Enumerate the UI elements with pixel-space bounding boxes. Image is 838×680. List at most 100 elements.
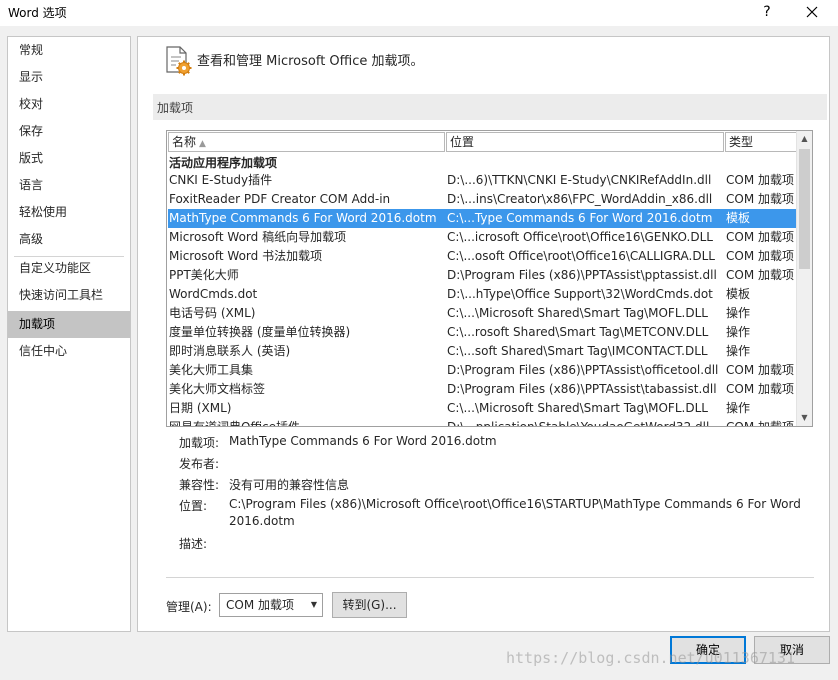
table-scrollbar[interactable]: ▲ ▼ bbox=[796, 131, 812, 426]
sidebar-item-display[interactable]: 显示 bbox=[8, 64, 130, 91]
detail-publisher-label: 发布者: bbox=[179, 457, 220, 471]
options-sidebar: 常规 显示 校对 保存 版式 语言 轻松使用 高级 自定义功能区 快速访问工具栏… bbox=[7, 36, 131, 632]
column-header-location[interactable]: 位置 bbox=[446, 132, 724, 152]
scroll-up-arrow-icon[interactable]: ▲ bbox=[797, 131, 812, 147]
cell-location: C:\...soft Shared\Smart Tag\IMCONTACT.DL… bbox=[447, 344, 708, 358]
cell-type: COM 加载项 bbox=[726, 420, 794, 427]
cell-name: MathType Commands 6 For Word 2016.dotm bbox=[169, 211, 437, 225]
cell-type: COM 加载项 bbox=[726, 192, 794, 206]
table-row[interactable]: 电话号码 (XML) C:\...\Microsoft Shared\Smart … bbox=[168, 304, 798, 323]
scrollbar-thumb[interactable] bbox=[799, 149, 810, 269]
cell-name: WordCmds.dot bbox=[169, 287, 258, 301]
divider bbox=[166, 577, 814, 578]
goto-button[interactable]: 转到(G)... bbox=[332, 592, 407, 618]
detail-addin-value: MathType Commands 6 For Word 2016.dotm bbox=[229, 434, 497, 448]
cell-type: 操作 bbox=[726, 344, 751, 358]
section-title: 加载项 bbox=[157, 101, 194, 115]
scroll-down-arrow-icon[interactable]: ▼ bbox=[797, 410, 812, 426]
table-row[interactable]: FoxitReader PDF Creator COM Add-in D:\...… bbox=[168, 190, 798, 209]
window-title: Word 选项 bbox=[8, 6, 67, 20]
detail-addin-label: 加载项: bbox=[179, 436, 220, 450]
table-row[interactable]: 美化大师工具集 D:\Program Files (x86)\PPTAssist\… bbox=[168, 361, 798, 380]
sidebar-item-trust-center[interactable]: 信任中心 bbox=[8, 338, 130, 365]
cell-name: 度量单位转换器 (度量单位转换器) bbox=[169, 325, 351, 339]
sidebar-item-customize-ribbon[interactable]: 自定义功能区 bbox=[8, 255, 130, 282]
table-row[interactable]: 美化大师文档标签 D:\Program Files (x86)\PPTAssist… bbox=[168, 380, 798, 399]
cell-location: C:\...\Microsoft Shared\Smart Tag\MOFL.D… bbox=[447, 401, 708, 415]
cell-name: 美化大师文档标签 bbox=[169, 382, 266, 396]
cell-location: C:\...osoft Office\root\Office16\CALLIGR… bbox=[447, 249, 715, 263]
cell-type: 操作 bbox=[726, 401, 751, 415]
table-row[interactable]: 网易有道词典Office插件 D:\...pplication\Stable\Yo… bbox=[168, 418, 798, 427]
detail-compat-label: 兼容性: bbox=[179, 478, 220, 492]
cell-type: 模板 bbox=[726, 211, 751, 225]
sidebar-item-proofing[interactable]: 校对 bbox=[8, 91, 130, 118]
title-bar: Word 选项 ? bbox=[0, 0, 838, 26]
cell-name: Microsoft Word 稿纸向导加载项 bbox=[169, 230, 347, 244]
cell-location: D:\...6)\TTKN\CNKI E-Study\CNKIRefAddIn.… bbox=[447, 173, 712, 187]
cell-type: 操作 bbox=[726, 325, 751, 339]
group-header-active-addins: 活动应用程序加载项 bbox=[169, 156, 278, 170]
cell-location: D:\...pplication\Stable\YoudaoGetWord32.… bbox=[447, 420, 710, 427]
table-row[interactable]: PPT美化大师 D:\Program Files (x86)\PPTAssist\… bbox=[168, 266, 798, 285]
sidebar-item-save[interactable]: 保存 bbox=[8, 118, 130, 145]
cell-type: COM 加载项 bbox=[726, 268, 794, 282]
cell-location: C:\...\Microsoft Shared\Smart Tag\MOFL.D… bbox=[447, 306, 708, 320]
sidebar-item-advanced[interactable]: 高级 bbox=[8, 226, 130, 253]
manage-select-value: COM 加载项 bbox=[226, 598, 294, 612]
cell-type: COM 加载项 bbox=[726, 249, 794, 263]
column-header-type[interactable]: 类型 bbox=[725, 132, 797, 152]
cell-type: COM 加载项 bbox=[726, 363, 794, 377]
section-header: 加载项 bbox=[153, 94, 827, 120]
sidebar-item-accessibility[interactable]: 轻松使用 bbox=[8, 199, 130, 226]
cell-location: D:\...hType\Office Support\32\WordCmds.d… bbox=[447, 287, 713, 301]
table-row[interactable]: 即时消息联系人 (英语) C:\...soft Shared\Smart Tag\… bbox=[168, 342, 798, 361]
cell-location: D:\Program Files (x86)\PPTAssist\pptassi… bbox=[447, 268, 717, 282]
sidebar-item-general[interactable]: 常规 bbox=[8, 37, 130, 64]
sidebar-item-language[interactable]: 语言 bbox=[8, 172, 130, 199]
cell-name: 即时消息联系人 (英语) bbox=[169, 344, 291, 358]
cell-name: 美化大师工具集 bbox=[169, 363, 254, 377]
addins-panel: 查看和管理 Microsoft Office 加载项。 加载项 名称 ▲ 位置 类… bbox=[137, 36, 830, 632]
table-row[interactable]: Microsoft Word 稿纸向导加载项 C:\...icrosoft Off… bbox=[168, 228, 798, 247]
close-button[interactable] bbox=[800, 1, 824, 23]
table-row[interactable]: WordCmds.dot D:\...hType\Office Support\3… bbox=[168, 285, 798, 304]
addins-rows: CNKI E-Study插件 D:\...6)\TTKN\CNKI E-Study… bbox=[168, 171, 798, 427]
detail-location-label: 位置: bbox=[179, 499, 208, 513]
help-button[interactable]: ? bbox=[757, 1, 777, 23]
table-row[interactable]: 度量单位转换器 (度量单位转换器) C:\...rosoft Shared\Sma… bbox=[168, 323, 798, 342]
page-title: 查看和管理 Microsoft Office 加载项。 bbox=[197, 54, 424, 69]
cell-type: COM 加载项 bbox=[726, 382, 794, 396]
table-row[interactable]: 日期 (XML) C:\...\Microsoft Shared\Smart Ta… bbox=[168, 399, 798, 418]
cell-type: COM 加载项 bbox=[726, 230, 794, 244]
cell-location: C:\...rosoft Shared\Smart Tag\METCONV.DL… bbox=[447, 325, 709, 339]
cell-name: 电话号码 (XML) bbox=[169, 306, 256, 320]
cell-type: 操作 bbox=[726, 306, 751, 320]
table-row-selected[interactable]: MathType Commands 6 For Word 2016.dotm C:… bbox=[168, 209, 798, 228]
cell-type: 模板 bbox=[726, 287, 751, 301]
cell-name: 网易有道词典Office插件 bbox=[169, 420, 301, 427]
detail-location-value: C:\Program Files (x86)\Microsoft Office\… bbox=[229, 497, 801, 528]
cell-name: Microsoft Word 书法加载项 bbox=[169, 249, 323, 263]
cell-location: C:\...Type Commands 6 For Word 2016.dotm bbox=[447, 211, 713, 225]
chevron-down-icon: ▼ bbox=[310, 600, 317, 609]
cell-location: D:\Program Files (x86)\PPTAssist\tabassi… bbox=[447, 382, 717, 396]
detail-compat-value: 没有可用的兼容性信息 bbox=[229, 478, 350, 492]
column-header-name-label: 名称 bbox=[172, 135, 197, 149]
close-icon bbox=[806, 6, 818, 18]
manage-label: 管理(A): bbox=[166, 600, 212, 614]
cell-type: COM 加载项 bbox=[726, 173, 794, 187]
cell-location: D:\...ins\Creator\x86\FPC_WordAddin_x86.… bbox=[447, 192, 713, 206]
column-header-name[interactable]: 名称 ▲ bbox=[168, 132, 445, 152]
addin-document-gear-icon bbox=[166, 46, 192, 76]
cell-location: C:\...icrosoft Office\root\Office16\GENK… bbox=[447, 230, 713, 244]
sort-ascending-icon: ▲ bbox=[199, 139, 206, 149]
manage-select[interactable]: COM 加载项 ▼ bbox=[219, 593, 323, 617]
cell-location: D:\Program Files (x86)\PPTAssist\officet… bbox=[447, 363, 719, 377]
sidebar-item-typography[interactable]: 版式 bbox=[8, 145, 130, 172]
table-row[interactable]: Microsoft Word 书法加载项 C:\...osoft Office\r… bbox=[168, 247, 798, 266]
sidebar-item-addins[interactable]: 加载项 bbox=[8, 311, 130, 338]
addins-table[interactable]: 名称 ▲ 位置 类型 活动应用程序加载项 CNKI E-Study插件 D:\...… bbox=[166, 130, 813, 427]
sidebar-item-quick-access-toolbar[interactable]: 快速访问工具栏 bbox=[8, 282, 130, 309]
table-row[interactable]: CNKI E-Study插件 D:\...6)\TTKN\CNKI E-Study… bbox=[168, 171, 798, 190]
